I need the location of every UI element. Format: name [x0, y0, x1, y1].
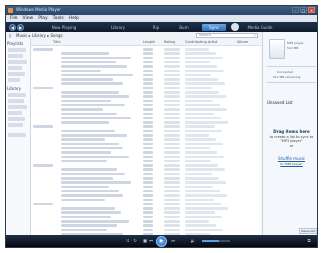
menu-file[interactable]: File	[10, 16, 18, 21]
title-bar: Windows Media Player – □ ✕	[6, 6, 317, 15]
device-icon	[269, 39, 285, 59]
library-icon[interactable]: ♫	[8, 33, 12, 38]
column-header: Title Length Rating Contributing Artist …	[31, 39, 261, 46]
col-title[interactable]: Title	[53, 40, 61, 44]
device-status: Connected	[277, 70, 294, 74]
previous-icon[interactable]: ⏮	[148, 238, 154, 244]
tab-sync[interactable]: Sync	[202, 23, 226, 31]
tab-library[interactable]: Library	[104, 24, 132, 31]
menu-tools[interactable]: Tools	[53, 16, 64, 21]
tab-now-playing[interactable]: Now Playing	[46, 24, 82, 31]
tab-bar: ◀ ▶ Now Playing Library Rip Burn Sync Me…	[6, 22, 317, 32]
tab-media-guide[interactable]: Media Guide	[242, 24, 278, 31]
nav-item[interactable]	[8, 111, 22, 115]
volume-slider[interactable]	[202, 240, 230, 242]
maximize-icon[interactable]: □	[300, 7, 307, 13]
col-rating[interactable]: Rating	[164, 40, 175, 44]
minimize-icon[interactable]: –	[292, 7, 299, 13]
nav-item[interactable]	[8, 48, 26, 52]
search-icon[interactable]: ⌕	[254, 33, 256, 37]
tab-burn[interactable]: Burn	[174, 24, 194, 31]
drag-instructions: Drag items here to create a list to sync…	[267, 129, 316, 148]
nav-item[interactable]	[8, 72, 25, 76]
device-space: 512 MB remaining	[273, 75, 301, 79]
mute-icon[interactable]: 🔈	[190, 238, 196, 244]
col-length[interactable]: Length	[143, 40, 155, 44]
window-title: Windows Media Player	[16, 7, 61, 12]
song-list: Title Length Rating Contributing Artist …	[31, 39, 261, 237]
list-pane: MP3 player 512 MB Connected 512 MB remai…	[262, 32, 317, 237]
divider	[267, 82, 316, 83]
mini-mode-icon[interactable]: ⧉	[306, 238, 312, 244]
nav-item[interactable]	[8, 66, 22, 70]
col-artist[interactable]: Contributing Artist	[185, 40, 217, 44]
app-icon	[8, 8, 13, 13]
next-icon[interactable]: ⏭	[170, 238, 176, 244]
nav-item[interactable]	[8, 78, 20, 82]
repeat-icon[interactable]: ↻	[132, 238, 138, 244]
close-icon[interactable]: ✕	[308, 7, 315, 13]
forward-arrow-icon[interactable]: ▶	[17, 23, 24, 31]
save-list-button[interactable]: Save List	[299, 228, 317, 234]
user-avatar-icon[interactable]	[231, 23, 239, 31]
menu-help[interactable]: Help	[69, 16, 79, 21]
volume-fill	[202, 240, 219, 242]
list-title[interactable]: Unsaved List	[267, 100, 293, 105]
play-button[interactable]: ▶	[156, 235, 167, 247]
nav-library[interactable]: Library	[7, 86, 21, 91]
window-controls: – □ ✕	[292, 7, 315, 13]
shuffle-label[interactable]: Shuffle music	[278, 156, 305, 161]
drag-title: Drag items here	[273, 129, 310, 134]
search-placeholder: Search	[199, 33, 212, 37]
nav-item[interactable]	[8, 105, 27, 109]
back-arrow-icon[interactable]: ◀	[9, 23, 16, 31]
device-size: 512 MB	[287, 46, 299, 50]
breadcrumb[interactable]: Music ▸ Library ▸ Songs	[16, 33, 63, 38]
menu-play[interactable]: Play	[38, 16, 47, 21]
or-text: or	[289, 143, 294, 148]
tab-rip[interactable]: Rip	[146, 24, 166, 31]
nav-arrows: ◀ ▶	[9, 23, 24, 31]
nav-item[interactable]	[8, 133, 26, 137]
col-album[interactable]: Album	[237, 40, 248, 44]
nav-item[interactable]	[8, 117, 25, 121]
nav-item[interactable]	[8, 99, 24, 103]
shuffle-music-link[interactable]: Shuffle music to 'MP3 player'	[267, 156, 316, 166]
nav-playlists[interactable]: Playlists	[7, 41, 23, 46]
menu-bar: File View Play Tools Help	[6, 15, 317, 22]
device-label: MP3 player	[287, 41, 304, 45]
divider	[267, 66, 316, 67]
nav-item[interactable]	[8, 60, 27, 64]
menu-view[interactable]: View	[23, 16, 34, 21]
search-input[interactable]: Search ⌕	[196, 33, 258, 38]
player-controls: ⤨ ↻ ■ ⏮ ▶ ⏭ 🔈 ⧉	[6, 235, 317, 247]
nav-item[interactable]	[8, 123, 23, 127]
navigation-pane: Playlists Library	[6, 39, 31, 237]
shuffle-icon[interactable]: ⤨	[124, 238, 130, 244]
shuffle-sub: to 'MP3 player'	[280, 162, 303, 166]
nav-item[interactable]	[8, 93, 26, 97]
drag-subtitle: to create a list to sync to "MP3 player"	[269, 134, 314, 144]
app-window: Windows Media Player – □ ✕ File View Pla…	[5, 5, 318, 248]
nav-item[interactable]	[8, 54, 23, 58]
